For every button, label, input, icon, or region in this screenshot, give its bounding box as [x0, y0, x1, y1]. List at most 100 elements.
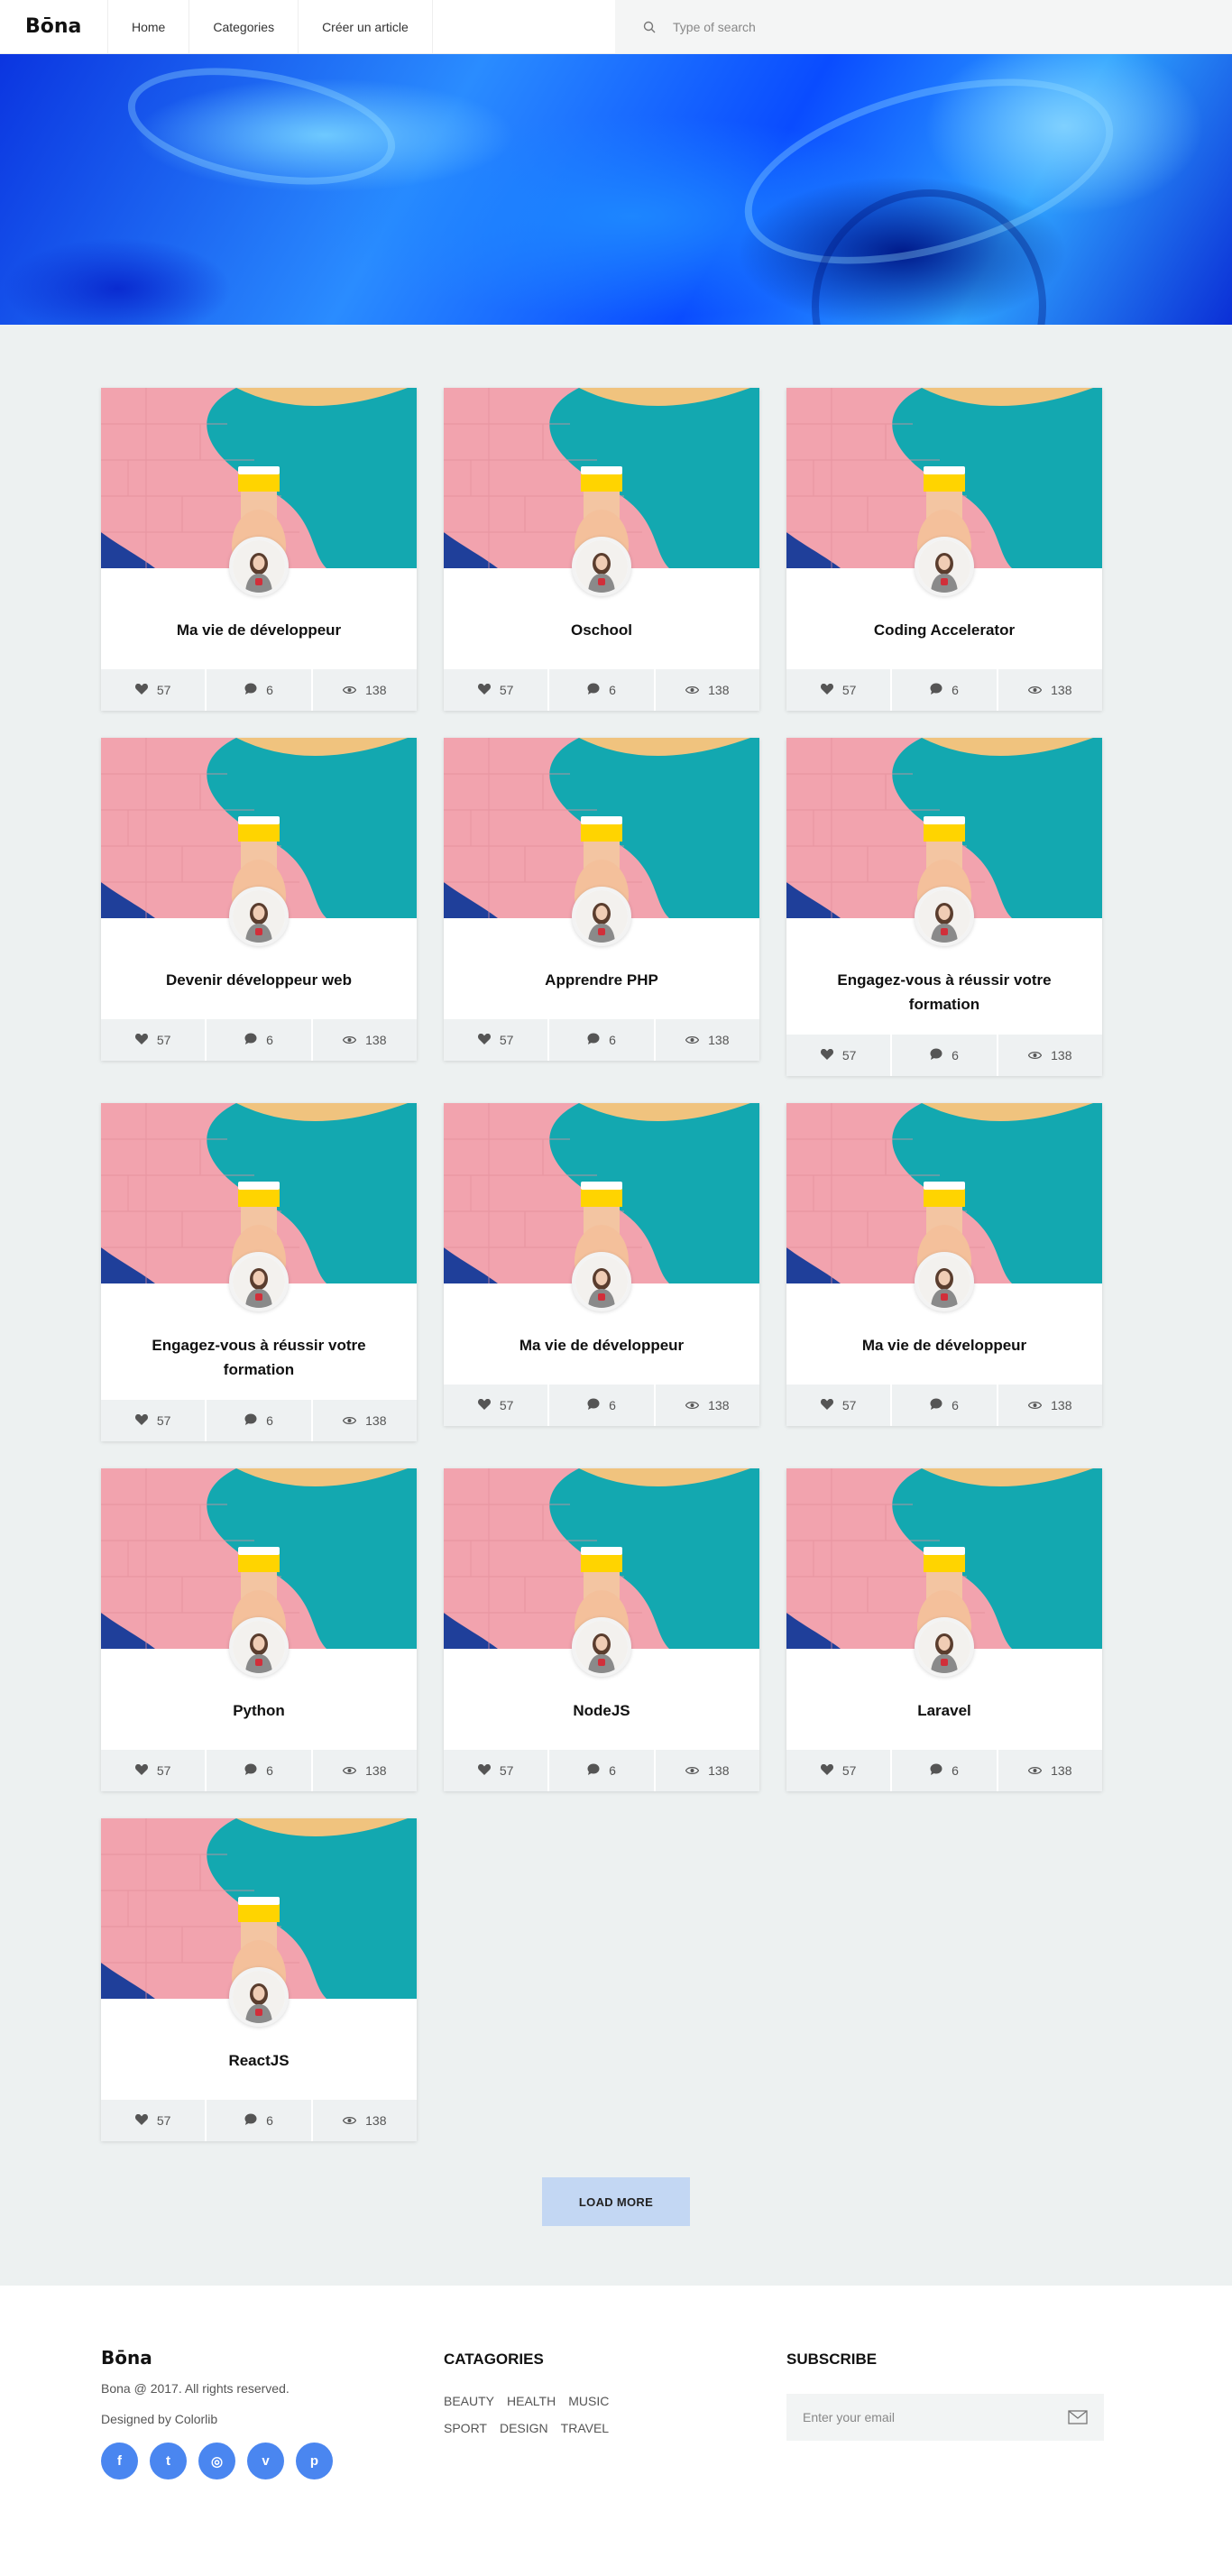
likes-stat[interactable]: 57	[444, 669, 550, 711]
likes-stat[interactable]: 57	[444, 1019, 550, 1061]
likes-stat[interactable]: 57	[101, 2100, 207, 2141]
post-card[interactable]: NodeJS 57 6 138	[444, 1468, 759, 1791]
views-stat[interactable]: 138	[998, 1750, 1102, 1791]
views-stat[interactable]: 138	[656, 1750, 759, 1791]
category-tag-travel[interactable]: TRAVEL	[561, 2421, 609, 2435]
post-title[interactable]: Engagez-vous à réussir votre formation	[119, 1333, 399, 1382]
search-input[interactable]	[673, 19, 1124, 34]
nav-categories[interactable]: Categories	[189, 0, 299, 53]
eye-icon	[1027, 1048, 1051, 1063]
author-avatar[interactable]	[572, 1252, 631, 1311]
post-card[interactable]: Ma vie de développeur 57 6 138	[101, 388, 417, 711]
post-card[interactable]: Engagez-vous à réussir votre formation 57…	[101, 1103, 417, 1441]
post-title[interactable]: Apprendre PHP	[462, 968, 741, 992]
likes-stat[interactable]: 57	[786, 1385, 893, 1426]
post-title[interactable]: Laravel	[804, 1698, 1084, 1723]
views-stat[interactable]: 138	[656, 1019, 759, 1061]
likes-stat[interactable]: 57	[101, 1750, 207, 1791]
likes-stat[interactable]: 57	[101, 1400, 207, 1441]
category-tag-health[interactable]: HEALTH	[507, 2394, 556, 2408]
post-card[interactable]: Coding Accelerator 57 6 138	[786, 388, 1102, 711]
twitter-icon[interactable]: t	[150, 2443, 187, 2479]
email-input[interactable]	[803, 2410, 1068, 2424]
site-logo[interactable]: Bōna	[0, 0, 108, 53]
post-card[interactable]: Apprendre PHP 57 6 138	[444, 738, 759, 1061]
post-title[interactable]: NodeJS	[462, 1698, 741, 1723]
post-card[interactable]: Ma vie de développeur 57 6 138	[444, 1103, 759, 1426]
views-stat[interactable]: 138	[998, 1385, 1102, 1426]
author-avatar[interactable]	[915, 537, 974, 596]
vimeo-icon[interactable]: v	[247, 2443, 284, 2479]
views-stat[interactable]: 138	[656, 1385, 759, 1426]
post-title[interactable]: Coding Accelerator	[804, 618, 1084, 642]
nav-home[interactable]: Home	[108, 0, 190, 53]
post-card[interactable]: Python 57 6 138	[101, 1468, 417, 1791]
author-avatar[interactable]	[229, 1967, 289, 2027]
comments-stat[interactable]: 6	[207, 1750, 313, 1791]
post-card[interactable]: Engagez-vous à réussir votre formation 57…	[786, 738, 1102, 1076]
comments-stat[interactable]: 6	[549, 1750, 656, 1791]
comments-stat[interactable]: 6	[207, 1019, 313, 1061]
envelope-icon[interactable]	[1068, 2410, 1088, 2424]
author-avatar[interactable]	[229, 1252, 289, 1311]
post-title[interactable]: Oschool	[462, 618, 741, 642]
comments-stat[interactable]: 6	[892, 669, 998, 711]
post-title[interactable]: Ma vie de développeur	[119, 618, 399, 642]
likes-stat[interactable]: 57	[786, 1035, 893, 1076]
comments-stat[interactable]: 6	[892, 1035, 998, 1076]
comments-stat[interactable]: 6	[549, 669, 656, 711]
views-stat[interactable]: 138	[313, 1750, 417, 1791]
post-card[interactable]: Laravel 57 6 138	[786, 1468, 1102, 1791]
post-card[interactable]: Devenir développeur web 57 6 138	[101, 738, 417, 1061]
comments-stat[interactable]: 6	[207, 1400, 313, 1441]
category-tag-design[interactable]: DESIGN	[500, 2421, 548, 2435]
views-stat[interactable]: 138	[998, 1035, 1102, 1076]
views-stat[interactable]: 138	[313, 1400, 417, 1441]
author-avatar[interactable]	[229, 887, 289, 946]
views-stat[interactable]: 138	[313, 1019, 417, 1061]
author-avatar[interactable]	[915, 1617, 974, 1677]
category-tag-sport[interactable]: SPORT	[444, 2421, 487, 2435]
comments-stat[interactable]: 6	[892, 1750, 998, 1791]
post-title[interactable]: Devenir développeur web	[119, 968, 399, 992]
author-avatar[interactable]	[572, 1617, 631, 1677]
comments-stat[interactable]: 6	[892, 1385, 998, 1426]
search-icon[interactable]	[642, 20, 657, 34]
author-avatar[interactable]	[915, 1252, 974, 1311]
post-card[interactable]: ReactJS 57 6 138	[101, 1818, 417, 2141]
likes-stat[interactable]: 57	[786, 1750, 893, 1791]
footer-logo[interactable]: Bōna	[101, 2347, 444, 2369]
category-tag-music[interactable]: MUSIC	[568, 2394, 609, 2408]
views-stat[interactable]: 138	[656, 669, 759, 711]
category-tag-beauty[interactable]: BEAUTY	[444, 2394, 494, 2408]
post-title[interactable]: ReactJS	[119, 2048, 399, 2073]
likes-stat[interactable]: 57	[786, 669, 893, 711]
views-stat[interactable]: 138	[313, 669, 417, 711]
author-avatar[interactable]	[572, 887, 631, 946]
likes-stat[interactable]: 57	[101, 1019, 207, 1061]
comments-stat[interactable]: 6	[549, 1019, 656, 1061]
views-stat[interactable]: 138	[998, 669, 1102, 711]
post-title[interactable]: Ma vie de développeur	[462, 1333, 741, 1357]
views-stat[interactable]: 138	[313, 2100, 417, 2141]
nav-create-article[interactable]: Créer un article	[299, 0, 433, 53]
author-avatar[interactable]	[229, 1617, 289, 1677]
likes-stat[interactable]: 57	[101, 669, 207, 711]
post-card[interactable]: Ma vie de développeur 57 6 138	[786, 1103, 1102, 1426]
load-more-button[interactable]: LOAD MORE	[542, 2177, 690, 2226]
author-avatar[interactable]	[229, 537, 289, 596]
likes-stat[interactable]: 57	[444, 1750, 550, 1791]
comments-stat[interactable]: 6	[207, 669, 313, 711]
instagram-icon[interactable]: ◎	[198, 2443, 235, 2479]
post-title[interactable]: Ma vie de développeur	[804, 1333, 1084, 1357]
comments-stat[interactable]: 6	[207, 2100, 313, 2141]
likes-stat[interactable]: 57	[444, 1385, 550, 1426]
post-title[interactable]: Python	[119, 1698, 399, 1723]
post-card[interactable]: Oschool 57 6 138	[444, 388, 759, 711]
pinterest-icon[interactable]: p	[296, 2443, 333, 2479]
post-title[interactable]: Engagez-vous à réussir votre formation	[804, 968, 1084, 1017]
facebook-icon[interactable]: f	[101, 2443, 138, 2479]
author-avatar[interactable]	[572, 537, 631, 596]
author-avatar[interactable]	[915, 887, 974, 946]
comments-stat[interactable]: 6	[549, 1385, 656, 1426]
